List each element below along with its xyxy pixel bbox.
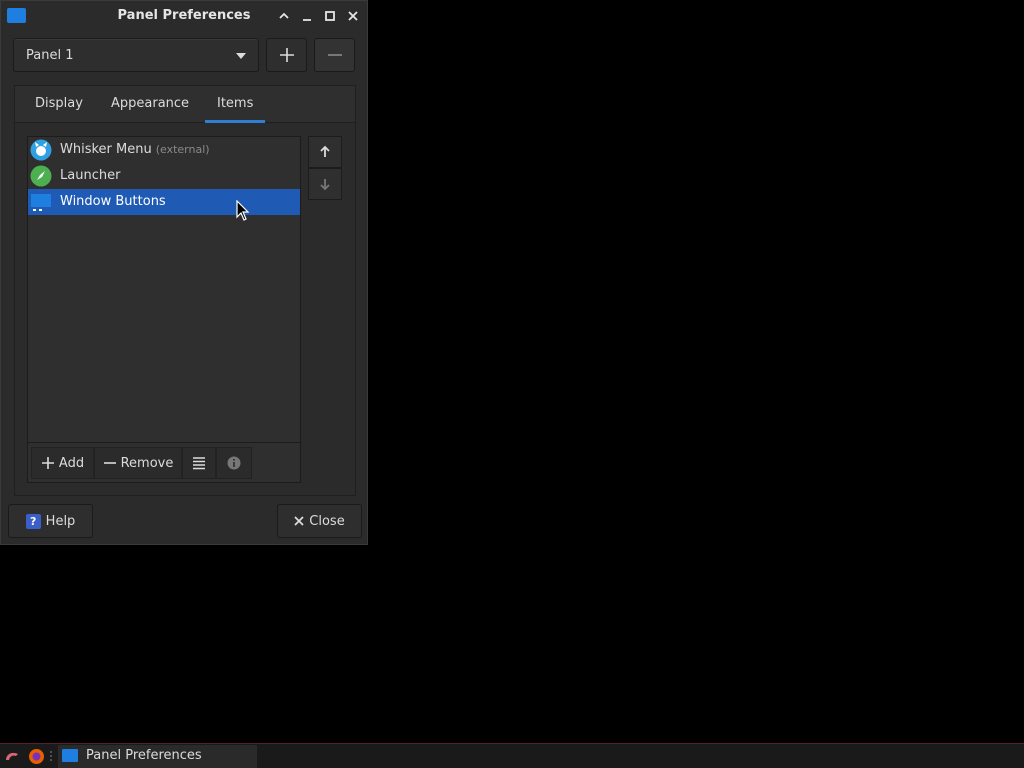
list-item-label: Window Buttons [60, 194, 166, 209]
list-icon [193, 457, 205, 470]
help-button[interactable]: ? Help [8, 504, 93, 538]
active-tab-indicator [205, 120, 265, 123]
remove-panel-button[interactable] [314, 38, 355, 72]
close-icon [294, 516, 304, 526]
tab-bar: Display Appearance Items [15, 86, 355, 123]
list-item-whisker-menu[interactable]: Whisker Menu (external) [28, 137, 300, 163]
remove-item-label: Remove [120, 455, 174, 471]
minus-icon [327, 54, 342, 56]
plus-icon [41, 457, 54, 469]
close-label: Close [309, 513, 345, 529]
task-label: Panel Preferences [86, 748, 202, 763]
add-item-label: Add [58, 455, 85, 471]
close-icon [348, 11, 358, 21]
firefox-icon[interactable] [28, 748, 45, 765]
items-toolbar: Add Remove [28, 442, 300, 482]
list-item-label: Whisker Menu [60, 142, 152, 157]
panel-preferences-window: Panel Preferences Panel 1 Display Appear… [0, 0, 368, 545]
titlebar[interactable]: Panel Preferences [1, 1, 367, 31]
launcher-icon [30, 165, 52, 187]
minus-icon [103, 462, 116, 464]
close-window-button[interactable] [343, 6, 363, 26]
arrow-up-icon [320, 145, 330, 157]
preferences-notebook: Display Appearance Items Whisker Menu (ex… [14, 85, 356, 496]
task-panel-preferences[interactable]: Panel Preferences [58, 745, 257, 768]
whisker-menu-icon[interactable] [4, 748, 21, 765]
tab-appearance[interactable]: Appearance [111, 96, 189, 111]
info-icon [227, 456, 241, 470]
window-buttons-icon [31, 194, 51, 211]
help-label: Help [45, 513, 76, 529]
whisker-menu-icon [30, 139, 52, 161]
minimize-button[interactable] [297, 6, 317, 26]
shade-button[interactable] [274, 6, 294, 26]
about-item-button[interactable] [216, 447, 252, 479]
add-item-button[interactable]: Add [31, 447, 94, 479]
chevron-down-icon [236, 53, 246, 59]
panel-select-value: Panel 1 [26, 48, 74, 63]
list-item-label: Launcher [60, 168, 121, 183]
edit-item-button[interactable] [182, 447, 216, 479]
taskbar: Panel Preferences [0, 743, 1024, 768]
tab-display[interactable]: Display [35, 96, 83, 111]
remove-item-button[interactable]: Remove [94, 447, 182, 479]
mouse-pointer-icon [236, 200, 250, 221]
separator-handle-icon [50, 751, 52, 761]
chevron-up-icon [279, 12, 289, 19]
list-item-window-buttons[interactable]: Window Buttons [28, 189, 300, 215]
list-item-launcher[interactable]: Launcher [28, 163, 300, 189]
maximize-button[interactable] [320, 6, 340, 26]
maximize-icon [325, 11, 335, 21]
panel-select[interactable]: Panel 1 [13, 38, 259, 72]
items-list: Whisker Menu (external) Launcher Window B… [27, 136, 301, 483]
add-panel-button[interactable] [266, 38, 307, 72]
minimize-icon [303, 19, 311, 21]
move-down-button[interactable] [308, 168, 342, 200]
arrow-down-icon [320, 179, 330, 191]
plus-icon [279, 48, 294, 62]
move-up-button[interactable] [308, 136, 342, 168]
app-window-icon [62, 749, 78, 762]
tab-items[interactable]: Items [217, 96, 253, 111]
list-item-note: (external) [155, 143, 210, 156]
close-button[interactable]: Close [277, 504, 362, 538]
help-icon: ? [25, 513, 41, 529]
